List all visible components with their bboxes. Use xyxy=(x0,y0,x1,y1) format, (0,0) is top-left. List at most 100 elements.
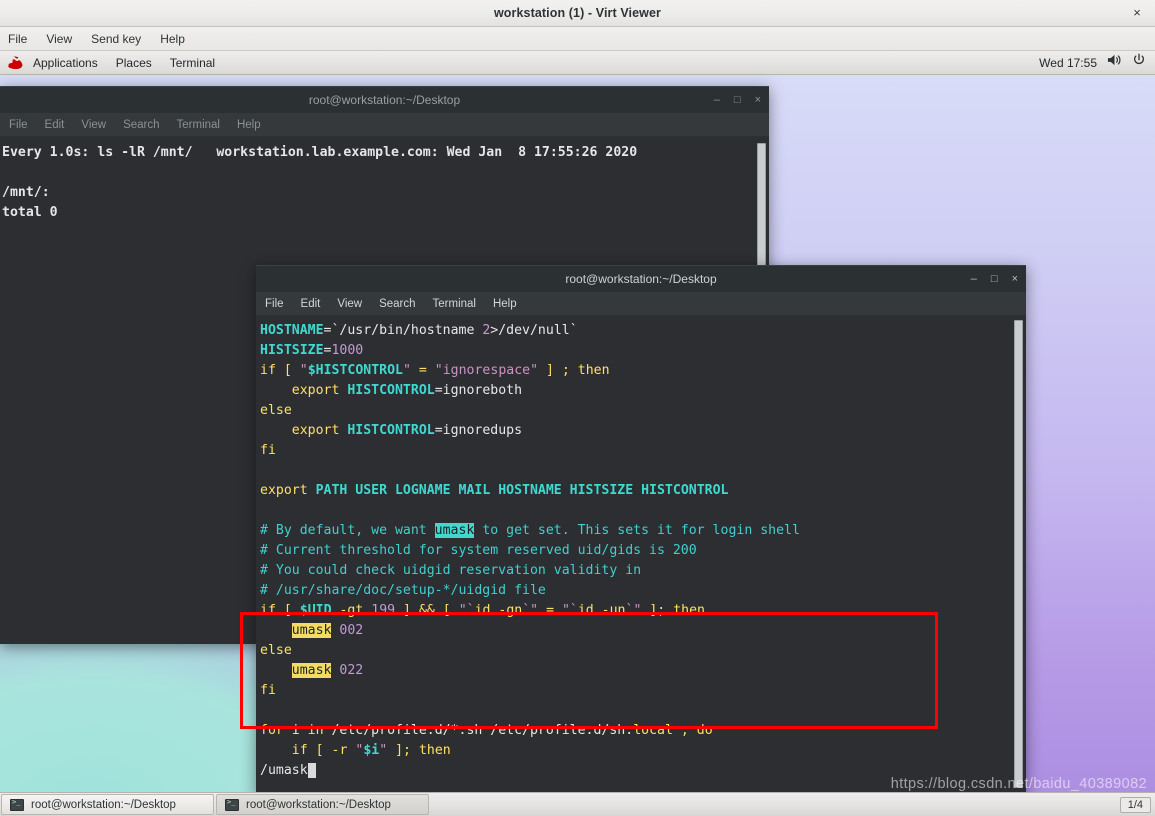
vim-buffer[interactable]: HOSTNAME=`/usr/bin/hostname 2>/dev/null`… xyxy=(256,321,1026,781)
code-token: local xyxy=(633,723,673,738)
menu-item-search[interactable]: Search xyxy=(123,117,167,133)
workspace-indicator[interactable]: 1/4 xyxy=(1119,796,1151,813)
code-token: " xyxy=(402,363,411,378)
code-token: 022 xyxy=(339,663,364,678)
code-token: [ xyxy=(283,603,292,618)
code-token xyxy=(307,763,316,778)
menu-item-edit[interactable]: Edit xyxy=(45,117,73,133)
menu-item-help[interactable]: Help xyxy=(237,117,269,133)
menu-item-file[interactable]: File xyxy=(265,296,292,312)
code-line: if [ "$HISTCONTROL" = "ignorespace" ] ; … xyxy=(260,361,1026,381)
code-token: i xyxy=(283,723,308,738)
volume-icon[interactable] xyxy=(1107,53,1122,72)
menu-item-view[interactable]: View xyxy=(337,296,370,312)
menu-item-help[interactable]: Help xyxy=(493,296,525,312)
code-token: "` xyxy=(458,603,475,618)
menu-item-send-key[interactable]: Send key xyxy=(88,31,144,47)
close-icon[interactable]: × xyxy=(1012,274,1018,285)
code-line: HISTSIZE=1000 xyxy=(260,341,1026,361)
code-token: 1000 xyxy=(331,343,364,358)
code-line: fi xyxy=(260,441,1026,461)
minimize-icon[interactable]: – xyxy=(714,95,720,106)
maximize-icon[interactable]: □ xyxy=(991,274,998,285)
gnome-top-panel: Applications Places Terminal Wed 17:55 xyxy=(0,51,1155,75)
code-token: 199 xyxy=(371,603,396,618)
code-token: ; xyxy=(680,723,689,738)
minimize-icon[interactable]: – xyxy=(971,274,977,285)
code-token: ] xyxy=(545,363,554,378)
code-token: then xyxy=(577,363,610,378)
panel-item-applications[interactable]: Applications xyxy=(24,54,107,72)
menu-item-search[interactable]: Search xyxy=(379,296,423,312)
close-icon[interactable]: × xyxy=(1129,5,1145,21)
code-token: `" xyxy=(625,603,642,618)
panel-item-terminal[interactable]: Terminal xyxy=(161,54,224,72)
code-line: export PATH USER LOGNAME MAIL HOSTNAME H… xyxy=(260,481,1026,501)
code-token: $UID xyxy=(299,603,332,618)
taskbar-button-2[interactable]: root@workstation:~/Desktop xyxy=(216,794,429,815)
maximize-icon[interactable]: □ xyxy=(734,95,741,106)
close-icon[interactable]: × xyxy=(755,95,761,106)
code-token: " xyxy=(379,743,388,758)
menu-item-view[interactable]: View xyxy=(81,117,114,133)
code-line: else xyxy=(260,401,1026,421)
code-token: in xyxy=(307,723,324,738)
code-token: HOSTNAME xyxy=(260,323,324,338)
code-token: then xyxy=(673,603,705,618)
code-token: =` xyxy=(323,323,340,338)
terminal-line: Every 1.0s: ls -lR /mnt/ workstation.lab… xyxy=(2,145,638,160)
window2-titlebar[interactable]: root@workstation:~/Desktop – □ × xyxy=(256,265,1026,292)
code-token: # /usr/share/doc/setup-*/uidgid file xyxy=(260,583,546,598)
code-token: fi xyxy=(260,683,276,698)
code-token: fi xyxy=(260,443,276,458)
menu-item-edit[interactable]: Edit xyxy=(301,296,329,312)
panel-clock[interactable]: Wed 17:55 xyxy=(1039,56,1097,70)
code-token: # You could check uidgid reservation val… xyxy=(260,563,642,578)
code-token: "` xyxy=(561,603,578,618)
code-token: HISTSIZE xyxy=(260,343,324,358)
code-line: HOSTNAME=`/usr/bin/hostname 2>/dev/null` xyxy=(260,321,1026,341)
taskbar-button-1[interactable]: root@workstation:~/Desktop xyxy=(1,794,214,815)
bottom-taskbar: root@workstation:~/Desktop root@workstat… xyxy=(0,792,1155,816)
menu-item-terminal[interactable]: Terminal xyxy=(177,117,228,133)
screen: workstation (1) - Virt Viewer × File Vie… xyxy=(0,0,1155,816)
code-token: [ xyxy=(283,363,292,378)
menu-item-view[interactable]: View xyxy=(43,31,75,47)
terminal-line: total 0 xyxy=(2,205,58,220)
terminal-left-margin xyxy=(256,316,260,795)
code-line: if [ -r "$i" ]; then xyxy=(260,741,1026,761)
power-icon[interactable] xyxy=(1132,53,1146,72)
menu-item-help[interactable]: Help xyxy=(157,31,188,47)
window2-terminal-output[interactable]: HOSTNAME=`/usr/bin/hostname 2>/dev/null`… xyxy=(256,316,1026,795)
code-token: $HISTCONTROL xyxy=(307,363,403,378)
code-token: id -gn xyxy=(474,603,523,618)
terminal-window-vim[interactable]: root@workstation:~/Desktop – □ × File Ed… xyxy=(256,265,1026,795)
window1-titlebar[interactable]: root@workstation:~/Desktop – □ × xyxy=(0,86,769,113)
panel-item-places[interactable]: Places xyxy=(107,54,161,72)
code-token: export xyxy=(260,483,308,498)
code-token: 002 xyxy=(339,623,364,638)
menu-item-terminal[interactable]: Terminal xyxy=(433,296,484,312)
code-token: = xyxy=(546,603,555,618)
code-token: >/dev/null` xyxy=(490,323,578,338)
code-token: /usr/bin/hostname xyxy=(339,323,483,338)
code-token: =ignoreboth xyxy=(434,383,523,398)
window2-scrollbar[interactable] xyxy=(1014,320,1023,788)
menu-item-file[interactable]: File xyxy=(5,31,30,47)
menu-item-file[interactable]: File xyxy=(9,117,36,133)
